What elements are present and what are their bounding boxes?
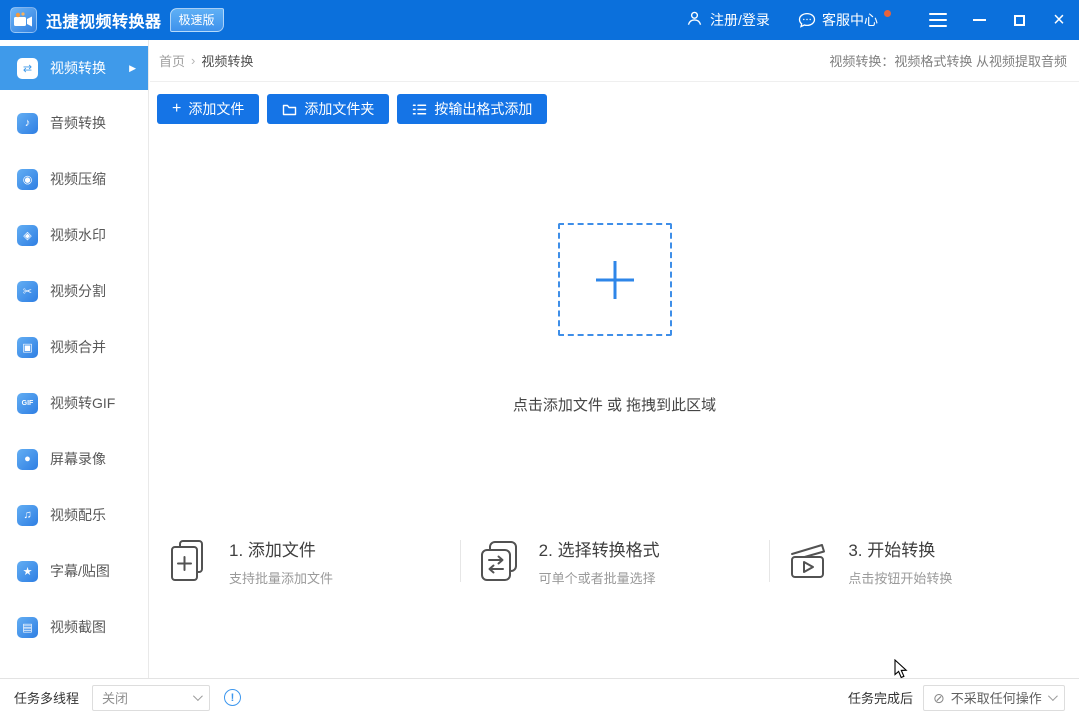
- plus-icon: +: [172, 101, 181, 117]
- maximize-button[interactable]: [1011, 0, 1027, 40]
- screen-record-icon: ●: [17, 449, 38, 470]
- minimize-button[interactable]: [971, 0, 987, 40]
- sidebar-item-label: 视频分割: [50, 281, 106, 301]
- choose-format-step-icon: [476, 537, 524, 585]
- no-operation-icon: ⊘: [933, 691, 945, 705]
- sidebar-item-video-snapshot[interactable]: ▤ 视频截图: [0, 599, 148, 655]
- steps-guide: 1. 添加文件 支持批量添加文件 2. 选择转换格式 可单个或者批量选择: [150, 526, 1079, 596]
- sidebar-item-label: 视频转换: [50, 58, 106, 78]
- video-compress-icon: ◉: [17, 169, 38, 190]
- sidebar-item-label: 视频压缩: [50, 169, 106, 189]
- after-task-select[interactable]: ⊘ 不采取任何操作: [923, 685, 1065, 711]
- chevron-down-icon: [1048, 691, 1058, 701]
- step-title: 1. 添加文件: [229, 536, 333, 561]
- multithread-select[interactable]: 关闭: [92, 685, 210, 711]
- sidebar-item-label: 视频转GIF: [50, 393, 115, 413]
- audio-convert-icon: ♪: [17, 113, 38, 134]
- sidebar-item-audio-convert[interactable]: ♪ 音频转换: [0, 95, 148, 151]
- sidebar-item-label: 视频合并: [50, 337, 106, 357]
- video-watermark-icon: ◈: [17, 225, 38, 246]
- video-merge-icon: ▣: [17, 337, 38, 358]
- sidebar: ⇄ 视频转换 ▶ ♪ 音频转换 ◉ 视频压缩 ◈ 视频水印 ✂ 视频分割 ▣ 视…: [0, 40, 149, 678]
- step-start-convert: 3. 开始转换 点击按钮开始转换: [769, 526, 1079, 596]
- close-button[interactable]: ×: [1051, 0, 1067, 40]
- after-task-label: 任务完成后: [848, 688, 913, 707]
- add-by-format-button[interactable]: 按输出格式添加: [397, 94, 547, 124]
- page-description: 视频转换：视频格式转换 从视频提取音频: [829, 51, 1067, 70]
- step-subtitle: 可单个或者批量选择: [539, 568, 660, 587]
- sidebar-item-video-convert[interactable]: ⇄ 视频转换 ▶: [0, 46, 148, 90]
- support-center-button[interactable]: 客服中心: [798, 0, 891, 40]
- plus-icon: [594, 259, 636, 301]
- support-label: 客服中心: [822, 0, 878, 40]
- dropzone-add-area[interactable]: [558, 223, 672, 336]
- breadcrumb-home[interactable]: 首页: [159, 51, 185, 70]
- toolbar: + 添加文件 添加文件夹 按输出格式添加: [150, 82, 1079, 124]
- step-title: 3. 开始转换: [848, 536, 952, 561]
- breadcrumb-current: 视频转换: [201, 51, 253, 70]
- step-choose-format: 2. 选择转换格式 可单个或者批量选择: [460, 526, 770, 596]
- app-logo-icon: [10, 7, 37, 33]
- dropzone-hint: 点击添加文件 或 拖拽到此区域: [150, 394, 1079, 415]
- after-task-value: 不采取任何操作: [951, 688, 1042, 707]
- breadcrumb-separator: ›: [191, 53, 195, 68]
- chevron-right-icon: ▶: [129, 63, 136, 74]
- chat-bubble-icon: [798, 12, 816, 29]
- subtitle-sticker-icon: ★: [17, 561, 38, 582]
- login-register-button[interactable]: 注册/登录: [686, 0, 770, 40]
- sidebar-item-label: 字幕/贴图: [50, 561, 110, 581]
- video-to-gif-icon: GIF: [17, 393, 38, 414]
- sidebar-item-video-merge[interactable]: ▣ 视频合并: [0, 319, 148, 375]
- list-icon: [412, 103, 427, 116]
- sidebar-item-subtitle-sticker[interactable]: ★ 字幕/贴图: [0, 543, 148, 599]
- user-icon: [686, 10, 703, 30]
- close-icon: ×: [1053, 10, 1065, 30]
- menu-icon[interactable]: [929, 9, 947, 31]
- video-split-icon: ✂: [17, 281, 38, 302]
- app-title: 迅捷视频转换器: [46, 8, 162, 32]
- step-subtitle: 支持批量添加文件: [229, 568, 333, 587]
- multithread-label: 任务多线程: [14, 688, 79, 707]
- breadcrumb: 首页 › 视频转换 视频转换：视频格式转换 从视频提取音频: [150, 40, 1079, 82]
- sidebar-item-video-music[interactable]: ♫ 视频配乐: [0, 487, 148, 543]
- sidebar-item-video-split[interactable]: ✂ 视频分割: [0, 263, 148, 319]
- video-snapshot-icon: ▤: [17, 617, 38, 638]
- sidebar-item-label: 视频水印: [50, 225, 106, 245]
- sidebar-item-screen-record[interactable]: ● 屏幕录像: [0, 431, 148, 487]
- multithread-value: 关闭: [102, 688, 128, 707]
- sidebar-item-video-compress[interactable]: ◉ 视频压缩: [0, 151, 148, 207]
- chevron-down-icon: [193, 691, 203, 701]
- sidebar-item-video-watermark[interactable]: ◈ 视频水印: [0, 207, 148, 263]
- sidebar-item-label: 屏幕录像: [50, 449, 106, 469]
- main-content: 首页 › 视频转换 视频转换：视频格式转换 从视频提取音频 + 添加文件 添加文…: [150, 40, 1079, 678]
- add-file-button[interactable]: + 添加文件: [157, 94, 259, 124]
- add-file-step-icon: [166, 537, 214, 585]
- folder-icon: [282, 103, 297, 116]
- titlebar: 迅捷视频转换器 极速版 注册/登录 客服中心 ×: [0, 0, 1079, 40]
- edition-badge: 极速版: [170, 8, 224, 32]
- footer-bar: 任务多线程 关闭 ! 任务完成后 ⊘ 不采取任何操作: [0, 678, 1079, 716]
- info-icon[interactable]: !: [224, 689, 241, 706]
- step-add-file: 1. 添加文件 支持批量添加文件: [150, 526, 460, 596]
- maximize-icon: [1014, 15, 1025, 26]
- sidebar-item-video-to-gif[interactable]: GIF 视频转GIF: [0, 375, 148, 431]
- sidebar-item-label: 视频配乐: [50, 505, 106, 525]
- login-label: 注册/登录: [710, 10, 770, 30]
- sidebar-item-label: 音频转换: [50, 113, 106, 133]
- notification-dot: [884, 10, 891, 17]
- start-convert-step-icon: [785, 537, 833, 585]
- video-music-icon: ♫: [17, 505, 38, 526]
- step-subtitle: 点击按钮开始转换: [848, 568, 952, 587]
- sidebar-item-label: 视频截图: [50, 617, 106, 637]
- video-convert-icon: ⇄: [17, 58, 38, 79]
- minimize-icon: [973, 19, 986, 21]
- add-folder-button[interactable]: 添加文件夹: [267, 94, 389, 124]
- step-title: 2. 选择转换格式: [539, 536, 660, 561]
